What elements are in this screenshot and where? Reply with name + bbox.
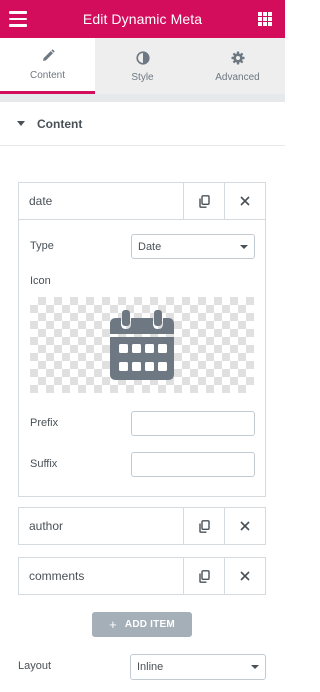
repeater-item-title[interactable]: comments (19, 558, 183, 594)
tab-advanced-label: Advanced (215, 71, 260, 83)
remove-button[interactable] (224, 558, 265, 594)
panel-header: Edit Dynamic Meta (0, 0, 285, 38)
plus-icon: + (109, 617, 117, 632)
duplicate-button[interactable] (183, 558, 224, 594)
type-select-value: Date (138, 240, 162, 253)
remove-button[interactable] (224, 508, 265, 544)
type-select[interactable]: Date (131, 234, 255, 259)
grid-icon[interactable] (258, 12, 272, 26)
suffix-label: Suffix (30, 458, 58, 470)
close-icon (240, 521, 250, 531)
prefix-input[interactable] (131, 411, 255, 436)
suffix-input[interactable] (131, 452, 255, 477)
repeater-item-header: author (19, 508, 265, 544)
layout-select-value: Inline (137, 661, 164, 673)
repeater-item-title[interactable]: date (19, 183, 183, 219)
half-circle-icon (135, 50, 151, 66)
section-content-toggle[interactable]: Content (0, 102, 285, 146)
prefix-label: Prefix (30, 417, 59, 429)
pencil-icon (40, 48, 56, 64)
close-icon (240, 196, 250, 206)
panel-tabs: Content Style Advanced (0, 38, 285, 94)
copy-icon (198, 194, 210, 208)
remove-button[interactable] (224, 183, 265, 219)
section-title: Content (37, 116, 83, 131)
add-item-label: ADD ITEM (124, 619, 175, 630)
tab-style-label: Style (131, 71, 154, 83)
duplicate-button[interactable] (183, 508, 224, 544)
duplicate-button[interactable] (183, 183, 224, 219)
repeater-item-header: date (19, 183, 265, 219)
add-item-button[interactable]: + ADD ITEM (92, 612, 192, 637)
tabs-divider (0, 94, 285, 102)
dropdown-arrow-icon (251, 665, 259, 669)
close-icon (240, 571, 250, 581)
icon-picker-preview[interactable] (30, 297, 254, 393)
repeater-item-header: comments (19, 558, 265, 594)
copy-icon (198, 569, 210, 583)
repeater-item-title[interactable]: author (19, 508, 183, 544)
tab-style[interactable]: Style (95, 38, 190, 94)
layout-label: Layout (18, 660, 52, 672)
repeater-item-comments: comments (18, 557, 266, 595)
repeater-item-date: date Type Date Icon Prefix Suffix (18, 182, 266, 497)
caret-down-icon (17, 121, 25, 126)
layout-select[interactable]: Inline (130, 654, 266, 680)
tab-content[interactable]: Content (0, 38, 95, 94)
repeater-item-author: author (18, 507, 266, 545)
panel-title: Edit Dynamic Meta (82, 11, 203, 27)
gear-icon (230, 50, 246, 66)
calendar-icon (110, 310, 174, 380)
hamburger-icon[interactable] (9, 11, 27, 27)
tab-advanced[interactable]: Advanced (190, 38, 285, 94)
copy-icon (198, 519, 210, 533)
tab-content-label: Content (29, 70, 66, 81)
repeater-item-body: Type Date Icon Prefix Suffix (19, 219, 265, 496)
type-label: Type (30, 240, 54, 252)
icon-label: Icon (30, 275, 51, 287)
dropdown-arrow-icon (240, 245, 248, 249)
